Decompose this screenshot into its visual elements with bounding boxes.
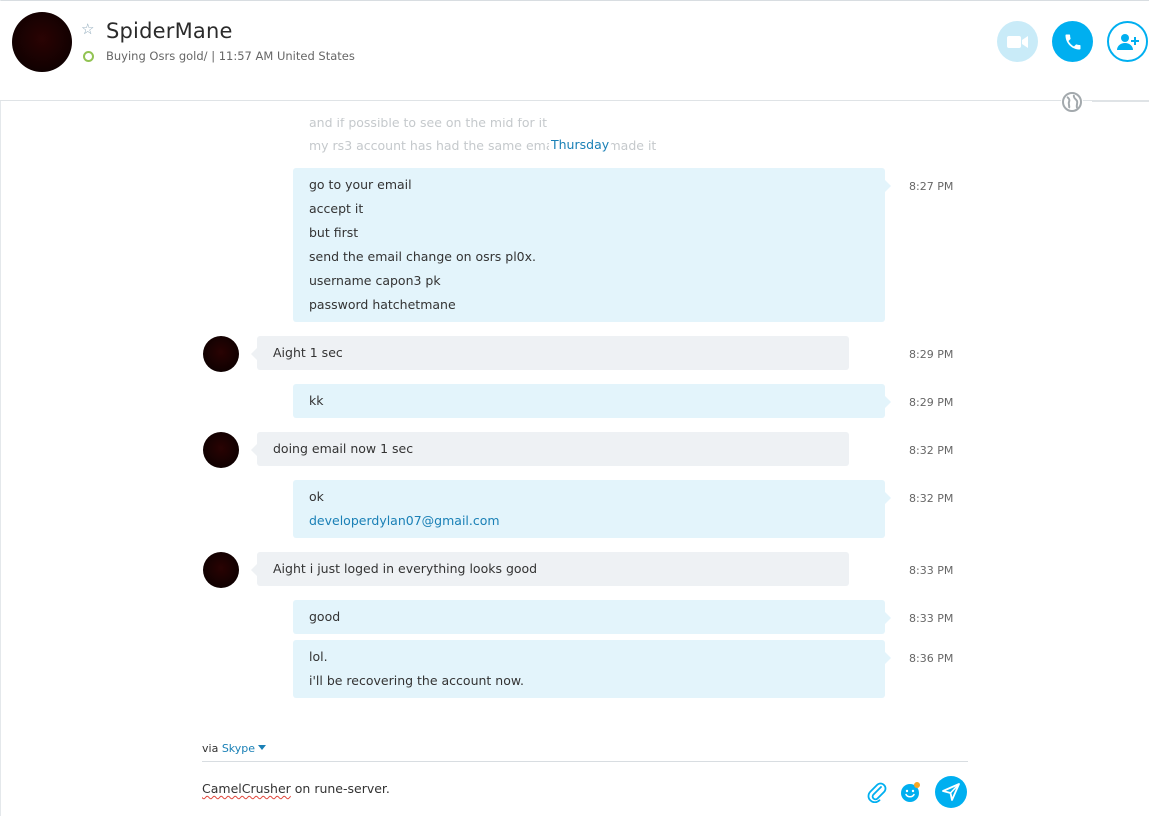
emoji-icon [901,782,920,802]
divider [1092,101,1149,102]
message-timestamp: 8:36 PM [909,652,954,665]
message-line: but first [309,225,359,240]
message-line: kk [309,393,324,408]
message-line: lol. [309,649,328,664]
message-timestamp: 8:33 PM [909,612,954,625]
message-line: send the email change on osrs pl0x. [309,249,537,264]
message-timestamp: 8:32 PM [909,444,954,457]
message-timestamp: 8:29 PM [909,396,954,409]
incoming-message[interactable]: Aight i just loged in everything looks g… [251,552,849,586]
send-icon [942,783,960,801]
message-line: go to your email [309,177,412,192]
composer-divider [202,761,968,762]
email-link[interactable]: developerdylan07@gmail.com [309,509,869,533]
message-line: Aight i just loged in everything looks g… [273,561,538,576]
message-line: username capon3 pk [309,273,441,288]
outgoing-message[interactable]: kk [293,384,891,418]
send-button[interactable] [935,776,967,808]
video-call-button[interactable] [997,21,1038,62]
star-icon[interactable]: ☆ [81,21,97,37]
emoticon-button[interactable] [900,781,922,803]
audio-call-button[interactable] [1052,21,1093,62]
contact-name[interactable]: SpiderMane [106,19,233,43]
message-timestamp: 8:32 PM [909,492,954,505]
message-line: password hatchetmane [309,297,456,312]
chevron-down-icon[interactable] [258,745,267,750]
message-line: Aight 1 sec [273,345,343,360]
presence-status-icon [83,51,94,62]
add-people-button[interactable] [1107,21,1148,62]
via-service[interactable]: Skype [222,742,255,755]
add-contact-icon [1116,33,1139,50]
outgoing-message[interactable]: ok developerdylan07@gmail.com [293,480,891,538]
message-timestamp: 8:27 PM [909,180,954,193]
incoming-message[interactable]: Aight 1 sec [251,336,849,370]
message-line: i'll be recovering the account now. [309,673,524,688]
contact-avatar[interactable] [12,12,72,72]
phone-call-icon [1065,34,1080,49]
outgoing-message[interactable]: good [293,600,891,634]
message-input[interactable]: CamelCrusher on rune-server. [202,781,390,796]
message-line: good [309,609,341,624]
conversation-header: ☆ SpiderMane Buying Osrs gold/ | 11:57 A… [0,1,1149,101]
globe-icon[interactable] [1061,91,1083,113]
sender-avatar[interactable] [203,552,239,588]
message-line: doing email now 1 sec [273,441,414,456]
outgoing-message[interactable]: go to your email accept it but first sen… [293,168,891,322]
message-timestamp: 8:29 PM [909,348,954,361]
via-label: via [202,742,219,755]
misspelled-word: CamelCrusher [202,781,291,796]
sender-avatar[interactable] [203,336,239,372]
message-input-text: on rune-server. [290,781,390,796]
incoming-message[interactable]: doing email now 1 sec [251,432,849,466]
attach-icon [867,782,887,803]
video-call-icon [1006,35,1028,48]
message-timestamp: 8:33 PM [909,564,954,577]
faded-line: and if possible to see on the mid for it [309,118,548,130]
attach-file-button[interactable] [866,781,888,803]
send-via-selector[interactable]: via Skype [202,742,267,755]
message-line: ok [309,489,324,504]
sender-avatar[interactable] [203,432,239,468]
window-left-border [0,0,1,816]
outgoing-message[interactable]: lol. i'll be recovering the account now. [293,640,891,698]
message-line: accept it [309,201,364,216]
day-divider: Thursday [549,137,612,152]
contact-mood-message: Buying Osrs gold/ | 11:57 AM United Stat… [106,49,355,63]
